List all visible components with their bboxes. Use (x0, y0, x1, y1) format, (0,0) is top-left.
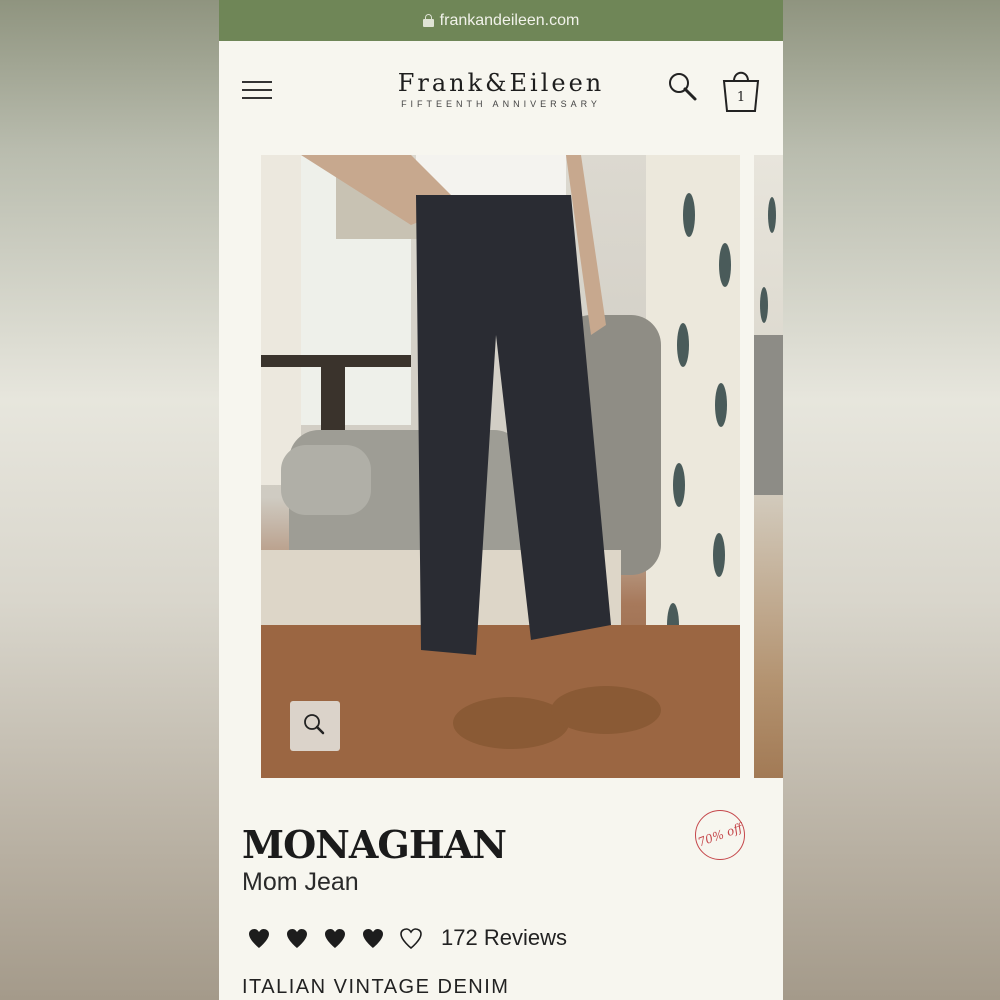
phone-screen: frankandeileen.com Frank&Eileen FIFTEENT… (219, 0, 783, 1000)
background-blur-left (0, 0, 219, 1000)
url-bar[interactable]: frankandeileen.com (219, 0, 783, 41)
product-style: Mom Jean (242, 868, 359, 896)
site-header: Frank&Eileen FIFTEENTH ANNIVERSARY 1 (219, 41, 783, 141)
reviews-link[interactable]: 172 Reviews (441, 925, 567, 951)
product-image[interactable] (261, 155, 740, 778)
product-name: MONAGHAN (242, 822, 507, 867)
rating-row[interactable]: 172 Reviews (247, 925, 567, 951)
next-product-image[interactable] (754, 155, 783, 778)
heart-icon (287, 929, 307, 948)
background-blur-right (783, 0, 1000, 1000)
shopping-bag-icon[interactable]: 1 (719, 65, 763, 115)
zoom-icon[interactable] (290, 701, 340, 751)
heart-icon (400, 928, 422, 949)
heart-icon (363, 929, 383, 948)
heart-icon (325, 929, 345, 948)
cart-count: 1 (736, 90, 746, 105)
discount-badge: 70% off (695, 810, 745, 860)
discount-badge-text: 70% off (695, 820, 745, 850)
search-icon[interactable] (667, 71, 701, 105)
collection-label: ITALIAN VINTAGE DENIM (242, 976, 510, 998)
rating-hearts (247, 927, 423, 949)
lock-icon (422, 14, 434, 27)
url-text: frankandeileen.com (439, 11, 580, 29)
heart-icon (249, 929, 269, 948)
